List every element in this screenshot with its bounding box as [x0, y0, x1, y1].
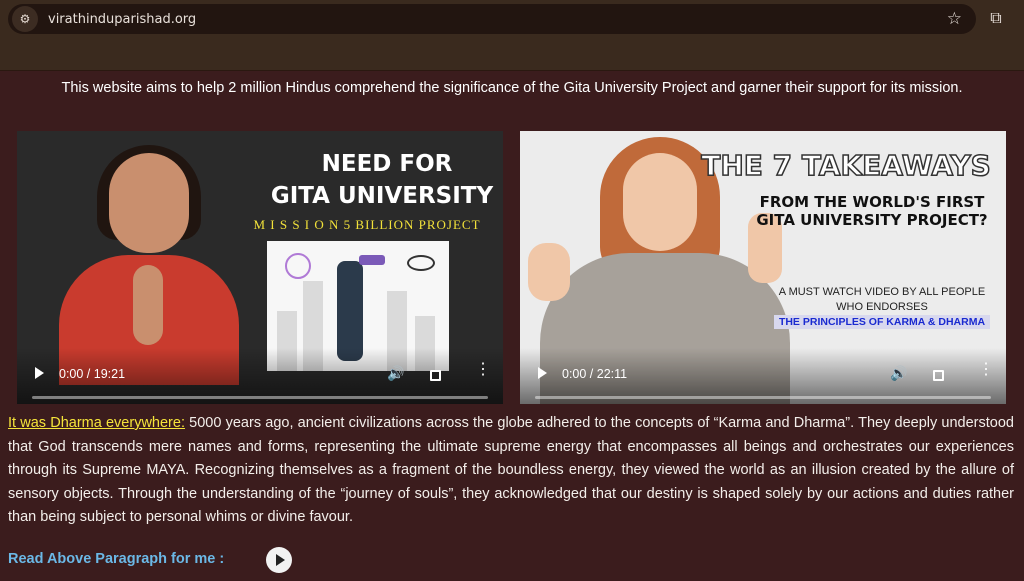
puzzle-icon[interactable]: ⧉: [985, 8, 1007, 30]
lightbulb-icon: [285, 253, 311, 279]
video-title-line2: GITA UNIVERSITY: [270, 183, 494, 209]
browser-toolbar: ⚙ virathinduparishad.org ☆ ⧉: [0, 0, 1024, 40]
dharma-paragraph: It was Dharma everywhere: 5000 years ago…: [8, 412, 1014, 530]
video-progress-bar[interactable]: [32, 396, 488, 399]
url-text[interactable]: virathinduparishad.org: [48, 12, 196, 27]
video-title-line2: FROM THE WORLD'S FIRST GITA UNIVERSITY P…: [756, 193, 988, 229]
tune-icon[interactable]: ⚙: [12, 6, 38, 32]
browser-bookmarks-strip: [0, 40, 1024, 71]
video-controls: 0:00 / 19:21 🔊 ⋮: [17, 348, 503, 404]
volume-icon[interactable]: 🔊: [890, 365, 907, 382]
paragraph-body: 5000 years ago, ancient civilizations ac…: [8, 415, 1014, 525]
video-controls: 0:00 / 22:11 🔊 ⋮: [520, 348, 1006, 404]
read-aloud-play-button[interactable]: [266, 547, 292, 573]
page-tagline: This website aims to help 2 million Hind…: [61, 80, 963, 96]
video-progress-bar[interactable]: [535, 396, 991, 399]
video-time: 0:00 / 22:11: [562, 367, 628, 381]
volume-icon[interactable]: 🔊: [387, 365, 404, 382]
fullscreen-icon[interactable]: [933, 370, 944, 381]
video-subtitle: M I S S I O N 5 BILLION PROJECT: [253, 217, 481, 232]
video-highlight: THE PRINCIPLES OF KARMA & DHARMA: [774, 315, 990, 329]
dharma-link[interactable]: It was Dharma everywhere:: [8, 415, 185, 431]
more-options-icon[interactable]: ⋮: [978, 362, 994, 378]
video-subtitle: A MUST WATCH VIDEO BY ALL PEOPLE WHO END…: [778, 286, 986, 313]
telescope-icon: [359, 255, 385, 265]
play-icon[interactable]: [35, 367, 44, 379]
address-bar[interactable]: ⚙ virathinduparishad.org ☆: [8, 4, 976, 34]
read-aloud-label: Read Above Paragraph for me :: [8, 551, 225, 567]
fullscreen-icon[interactable]: [430, 370, 441, 381]
video-title-line1: NEED FOR: [321, 151, 453, 177]
video-player-need-for-gita-university[interactable]: NEED FOR GITA UNIVERSITY M I S S I O N 5…: [17, 131, 503, 404]
video-title-line1: THE 7 TAKEAWAYS: [700, 148, 991, 183]
eye-icon: [407, 255, 435, 271]
play-icon[interactable]: [538, 367, 547, 379]
video-player-seven-takeaways[interactable]: THE 7 TAKEAWAYS FROM THE WORLD'S FIRST G…: [520, 131, 1006, 404]
video-time: 0:00 / 19:21: [59, 367, 126, 381]
star-icon[interactable]: ☆: [947, 9, 962, 29]
more-options-icon[interactable]: ⋮: [475, 362, 491, 378]
